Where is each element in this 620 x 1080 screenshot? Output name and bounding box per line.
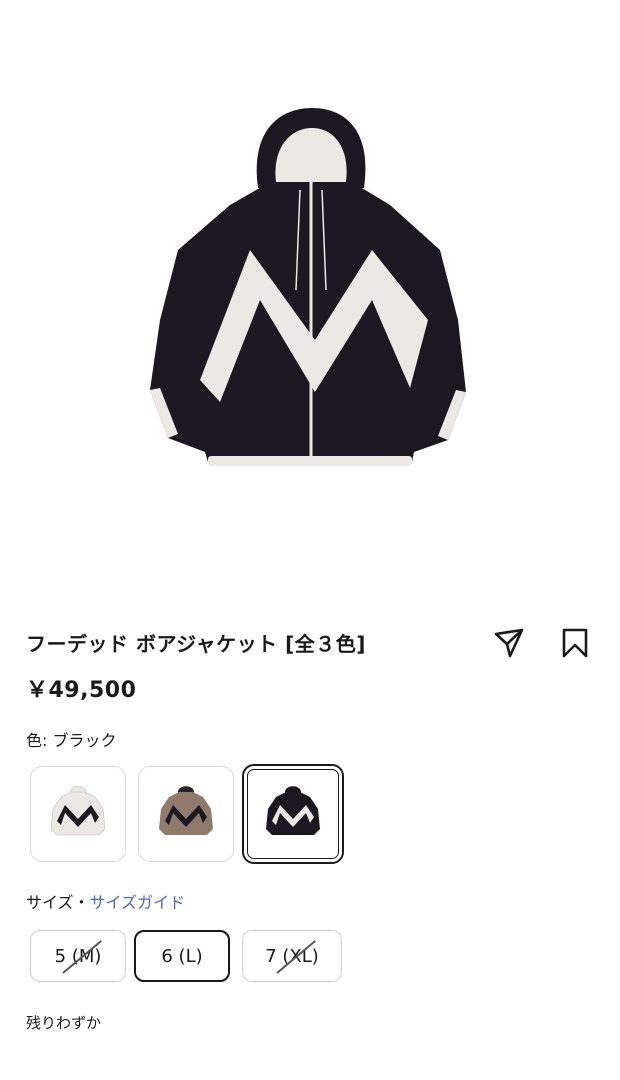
product-title: フーデッド ボアジャケット [全３色] xyxy=(26,632,366,656)
size-option-label: 7 (XL) xyxy=(265,945,319,967)
jacket-thumbnail xyxy=(50,785,106,836)
size-option-5m[interactable]: 5 (M) xyxy=(30,930,126,982)
size-option-6l[interactable]: 6 (L) xyxy=(134,930,230,982)
size-option-label: 6 (L) xyxy=(161,945,203,967)
bookmark-icon xyxy=(562,628,588,658)
size-label-text: サイズ・ xyxy=(26,893,90,912)
jacket-photo xyxy=(150,108,466,466)
jacket-thumbnail xyxy=(266,786,320,835)
color-swatch-black[interactable] xyxy=(242,764,344,864)
size-option-label: 5 (M) xyxy=(54,945,102,967)
send-icon xyxy=(494,628,524,658)
product-image[interactable] xyxy=(0,0,620,600)
stock-status: 残りわずか xyxy=(26,1014,102,1032)
color-swatch-white[interactable] xyxy=(30,766,126,862)
title-row: フーデッド ボアジャケット [全３色] xyxy=(26,624,596,660)
color-swatch-brown[interactable] xyxy=(138,766,234,862)
color-label: 色: ブラック xyxy=(26,731,117,750)
size-guide-link[interactable]: サイズガイド xyxy=(90,893,186,912)
bookmark-button[interactable] xyxy=(556,624,594,662)
jacket-thumbnail xyxy=(159,786,213,835)
size-label: サイズ・サイズガイド xyxy=(26,889,185,913)
share-button[interactable] xyxy=(490,624,528,662)
size-option-7xl[interactable]: 7 (XL) xyxy=(242,930,342,982)
product-price: ￥49,500 xyxy=(26,678,137,703)
